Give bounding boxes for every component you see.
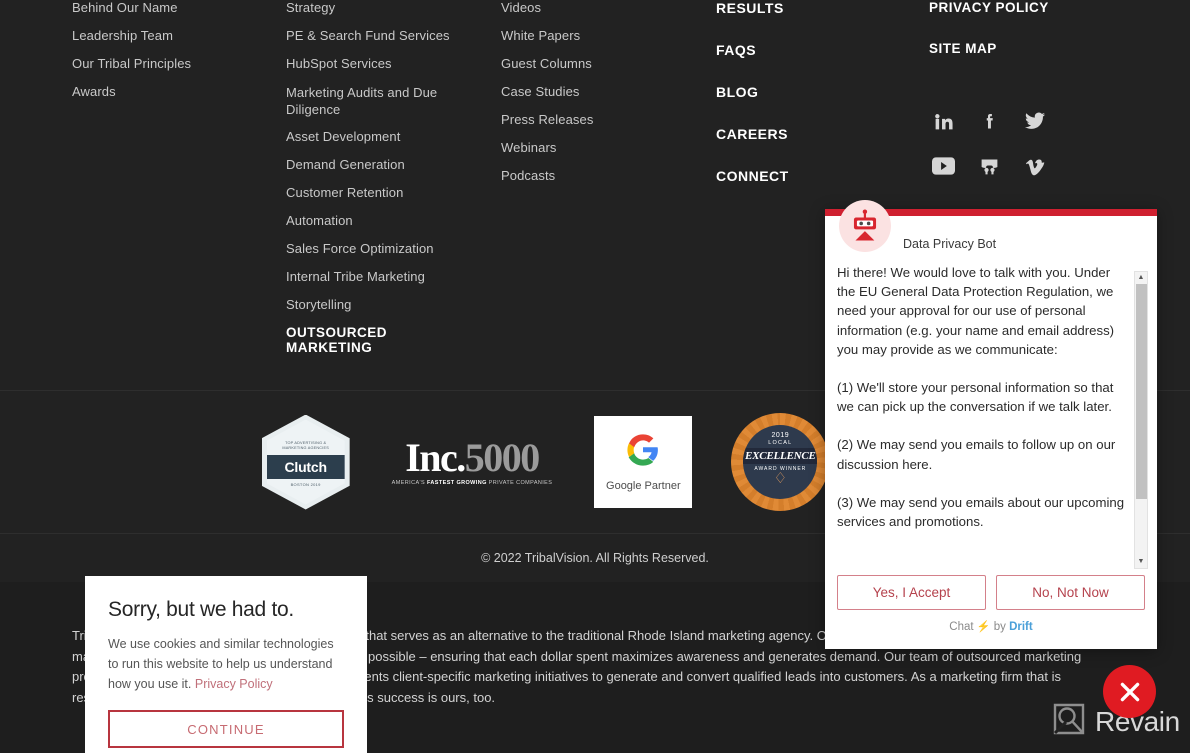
footer-link-demand-generation[interactable]: Demand Generation: [286, 157, 476, 173]
footer-link-white-papers[interactable]: White Papers: [501, 28, 691, 44]
inc-subtitle-post: PRIVATE COMPANIES: [486, 480, 553, 486]
chat-message-body: Hi there! We would love to talk with you…: [825, 263, 1157, 559]
footer-link-pe-search-fund-services[interactable]: PE & Search Fund Services: [286, 28, 476, 44]
excellence-year: 2019: [771, 432, 790, 439]
chat-accept-button[interactable]: Yes, I Accept: [837, 575, 986, 610]
chat-footer-branding: Chat ⚡ by Drift: [825, 620, 1157, 633]
chat-scrollbar[interactable]: ▲ ▼: [1134, 271, 1148, 569]
footer-link-press-releases[interactable]: Press Releases: [501, 112, 691, 128]
inc-subtitle: AMERICA'S FASTEST GROWING PRIVATE COMPAN…: [392, 480, 553, 486]
footer-link-guest-columns[interactable]: Guest Columns: [501, 56, 691, 72]
facebook-icon[interactable]: [975, 106, 1003, 136]
badge-google-partner[interactable]: Google Partner: [594, 416, 693, 508]
badge-clutch[interactable]: TOP ADVERTISING & MARKETING AGENCIES Clu…: [261, 414, 350, 510]
cookie-privacy-policy-link[interactable]: Privacy Policy: [195, 677, 273, 691]
chat-scrollbar-thumb[interactable]: [1136, 284, 1147, 499]
twitter-icon[interactable]: [1021, 106, 1049, 136]
google-g-icon: [626, 433, 660, 472]
chat-footer-drift-link[interactable]: Drift: [1009, 621, 1033, 633]
chat-bot-name: Data Privacy Bot: [903, 237, 997, 251]
footer-link-storytelling[interactable]: Storytelling: [286, 297, 476, 313]
footer-link-sales-force-optimization[interactable]: Sales Force Optimization: [286, 241, 476, 257]
footer-link-strategy[interactable]: Strategy: [286, 0, 476, 16]
excellence-title: EXCELLENCE: [743, 448, 818, 464]
footer-link-our-tribal-principles[interactable]: Our Tribal Principles: [72, 56, 272, 72]
badge-local-excellence-award[interactable]: 2019 LOCAL EXCELLENCE AWARD WINNER ♢: [731, 413, 830, 511]
footer-heading-privacy-policy[interactable]: PRIVACY POLICY: [929, 0, 1169, 15]
footer-column-company: Behind Our Name Leadership Team Our Trib…: [72, 0, 272, 112]
footer-link-videos[interactable]: Videos: [501, 0, 691, 16]
footer-link-asset-development[interactable]: Asset Development: [286, 129, 476, 145]
cookie-banner-title: Sorry, but we had to.: [108, 598, 294, 621]
chat-close-button[interactable]: [1103, 665, 1156, 718]
inc-wordmark: Inc.5000: [405, 435, 541, 480]
footer-link-leadership-team[interactable]: Leadership Team: [72, 28, 272, 44]
chat-footer-chat-label: Chat: [949, 621, 974, 633]
footer-link-behind-our-name[interactable]: Behind Our Name: [72, 0, 272, 16]
excellence-local-label: LOCAL: [768, 440, 793, 446]
footer-heading-connect[interactable]: CONNECT: [716, 168, 916, 184]
footer-link-awards[interactable]: Awards: [72, 84, 272, 100]
linkedin-icon[interactable]: [929, 106, 957, 136]
inc-subtitle-bold: FASTEST GROWING: [426, 480, 487, 486]
footer-link-case-studies[interactable]: Case Studies: [501, 84, 691, 100]
social-links-row-top: [929, 106, 1049, 136]
footer-link-podcasts[interactable]: Podcasts: [501, 168, 691, 184]
chat-action-buttons: Yes, I Accept No, Not Now: [837, 575, 1145, 610]
footer-link-internal-tribe-marketing[interactable]: Internal Tribe Marketing: [286, 269, 476, 285]
robot-avatar-icon: [839, 200, 891, 252]
chat-decline-button[interactable]: No, Not Now: [996, 575, 1145, 610]
cookie-consent-banner: Sorry, but we had to. We use cookies and…: [85, 576, 367, 753]
footer-column-legal: PRIVACY POLICY SITE MAP: [929, 0, 1169, 82]
footer-heading-site-map[interactable]: SITE MAP: [929, 41, 1169, 56]
clutch-top-text: TOP ADVERTISING & MARKETING AGENCIES: [282, 440, 329, 451]
footer-column-resources: Videos White Papers Guest Columns Case S…: [501, 0, 691, 196]
cookie-continue-button[interactable]: CONTINUE: [108, 710, 344, 748]
youtube-icon[interactable]: [929, 151, 957, 181]
drift-chat-widget: Data Privacy Bot Hi there! We would love…: [825, 200, 1157, 649]
chat-footer-by-label: by: [993, 621, 1006, 633]
social-links-row-bottom: [929, 151, 1049, 181]
excellence-mark-icon: ♢: [773, 470, 788, 487]
revain-logo-icon: [1052, 702, 1086, 741]
footer-link-hubspot-services[interactable]: HubSpot Services: [286, 56, 476, 72]
google-partner-label: Google Partner: [606, 479, 681, 492]
cookie-banner-body: We use cookies and similar technologies …: [108, 634, 344, 694]
footer-link-marketing-audits-and-due-diligence[interactable]: Marketing Audits and Due Diligence: [286, 84, 476, 118]
inc-prefix: Inc.: [405, 435, 466, 480]
footer-heading-outsourced-marketing[interactable]: OUTSOURCED MARKETING: [286, 325, 476, 355]
chat-paragraph-1: (1) We'll store your personal informatio…: [837, 380, 1114, 415]
badge-inc-5000[interactable]: Inc.5000 AMERICA'S FASTEST GROWING PRIVA…: [392, 435, 553, 487]
footer-column-primary: RESULTS FAQS BLOG CAREERS CONNECT: [716, 0, 916, 210]
footer-heading-careers[interactable]: CAREERS: [716, 126, 916, 142]
footer-link-automation[interactable]: Automation: [286, 213, 476, 229]
clutch-hexagon-inner: TOP ADVERTISING & MARKETING AGENCIES Clu…: [266, 419, 345, 505]
chat-paragraph-2: (2) We may send you emails to follow up …: [837, 437, 1116, 472]
clutch-hexagon: TOP ADVERTISING & MARKETING AGENCIES Clu…: [261, 414, 350, 510]
scroll-up-arrow-icon[interactable]: ▲: [1138, 272, 1145, 284]
close-icon: [1120, 682, 1139, 701]
clutch-wordmark: Clutch: [266, 454, 345, 479]
chat-message-text: Hi there! We would love to talk with you…: [837, 263, 1131, 531]
footer-heading-results[interactable]: RESULTS: [716, 0, 916, 16]
footer-heading-faqs[interactable]: FAQS: [716, 42, 916, 58]
footer-heading-blog[interactable]: BLOG: [716, 84, 916, 100]
chat-paragraph-3: (3) We may send you emails about our upc…: [837, 494, 1125, 530]
clutch-bottom-text: BOSTON 2019: [290, 481, 321, 487]
footer-link-webinars[interactable]: Webinars: [501, 140, 691, 156]
footer-link-customer-retention[interactable]: Customer Retention: [286, 185, 476, 201]
scroll-down-arrow-icon[interactable]: ▼: [1138, 556, 1145, 568]
footer-column-services: Strategy PE & Search Fund Services HubSp…: [286, 0, 476, 367]
vimeo-icon[interactable]: [1021, 151, 1049, 181]
excellence-inner: 2019 LOCAL EXCELLENCE AWARD WINNER ♢: [743, 425, 818, 499]
slideshare-icon[interactable]: [975, 151, 1003, 181]
lightning-bolt-icon: ⚡: [976, 621, 991, 633]
inc-number: 5000: [464, 435, 541, 480]
chat-paragraph-intro: Hi there! We would love to talk with you…: [837, 265, 1115, 357]
inc-subtitle-pre: AMERICA'S: [391, 480, 427, 486]
